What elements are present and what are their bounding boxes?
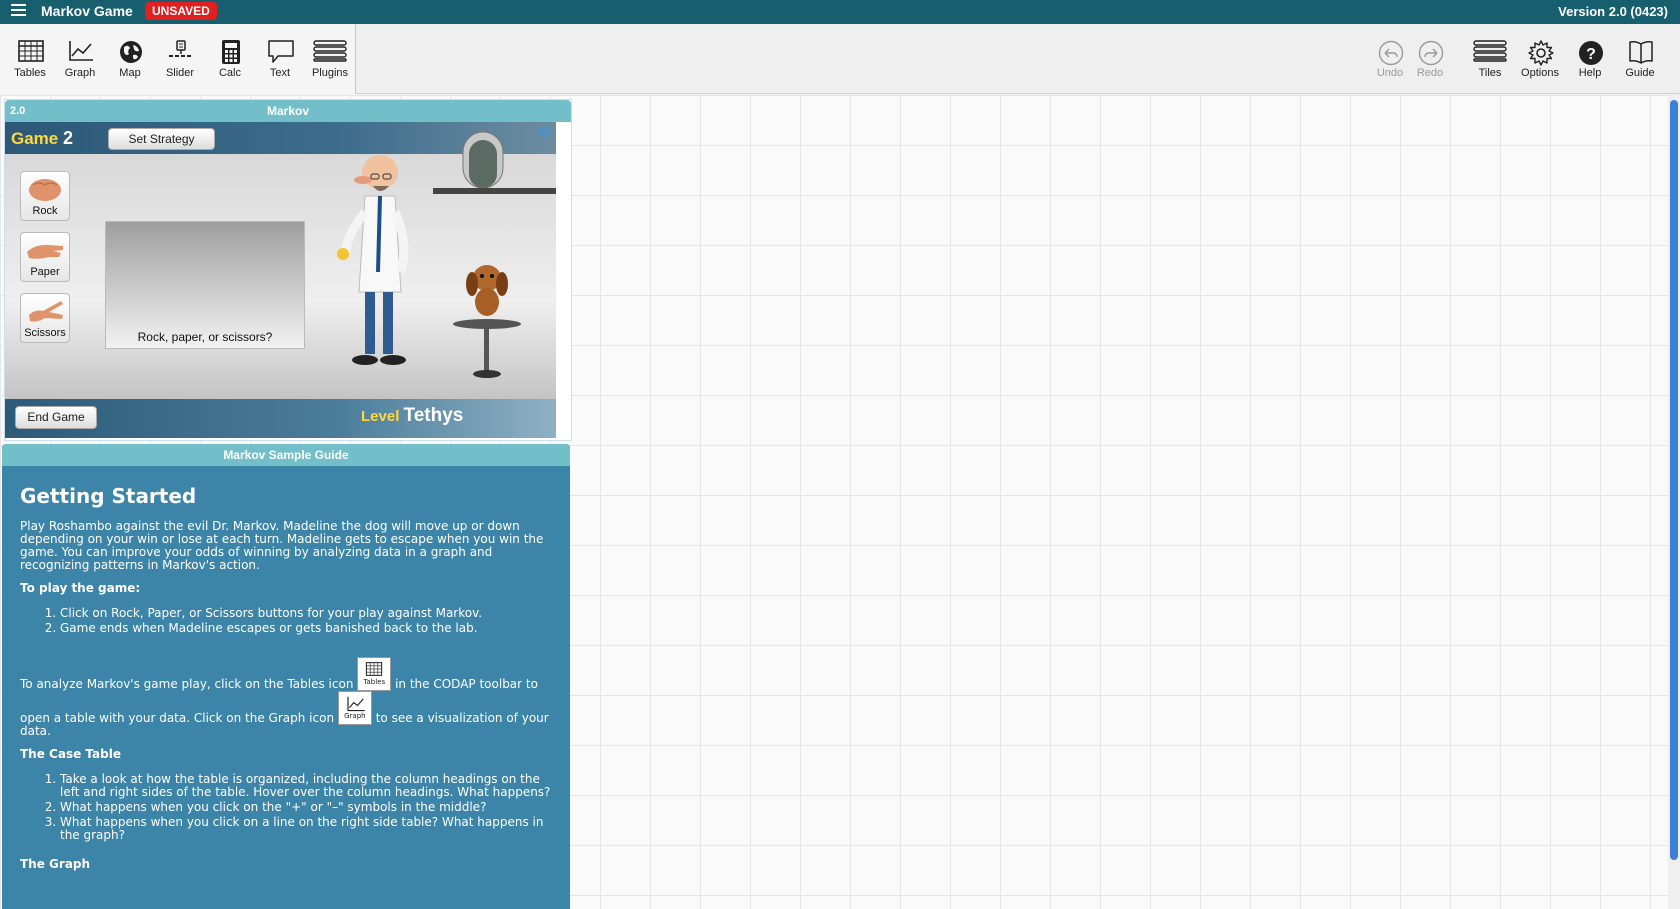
redo-button[interactable]: Redo: [1405, 24, 1455, 94]
markov-game-tile: 2.0 Markov Game 2 Set Strategy Rock Pape…: [4, 99, 572, 441]
rock-hand-icon: [29, 179, 61, 201]
component-toolbar: Tables Graph Map Slider Calc Text Plugin…: [0, 24, 356, 94]
game-footer: End Game Level Tethys: [5, 399, 556, 438]
unsaved-badge: UNSAVED: [145, 2, 217, 20]
case-steps-list: Take a look at how the table is organize…: [60, 773, 556, 842]
speech-bubble-icon: [268, 40, 294, 63]
globe-icon: [120, 41, 142, 63]
tables-button[interactable]: Tables: [5, 24, 55, 94]
help-button[interactable]: ? Help: [1565, 24, 1615, 94]
game-number-label: Game 2: [11, 128, 73, 148]
guide-tile: Markov Sample Guide Getting Started Play…: [2, 444, 570, 909]
svg-text:?: ?: [1586, 46, 1596, 63]
rock-button[interactable]: Rock: [20, 171, 70, 221]
escape-door-illustration: [433, 132, 556, 194]
analyze-paragraph: To analyze Markov's game play, click on …: [20, 657, 556, 738]
options-button[interactable]: Options: [1515, 24, 1565, 94]
redo-icon: [1418, 40, 1444, 66]
set-strategy-button[interactable]: Set Strategy: [108, 128, 215, 150]
scissors-button[interactable]: Scissors: [20, 293, 70, 343]
paper-hand-icon: [27, 244, 63, 259]
list-item: Click on Rock, Paper, or Scissors button…: [60, 607, 556, 620]
level-label: Level Tethys: [361, 405, 464, 426]
paper-button[interactable]: Paper: [20, 232, 70, 282]
vertical-scrollbar[interactable]: [1668, 95, 1680, 909]
document-title[interactable]: Markov Game: [41, 3, 133, 19]
list-item: Take a look at how the table is organize…: [60, 773, 556, 799]
plugins-button[interactable]: Plugins: [305, 24, 355, 94]
toolbar: Tables Graph Map Slider Calc Text Plugin…: [0, 24, 1680, 94]
map-button[interactable]: Map: [105, 24, 155, 94]
play-heading: To play the game:: [20, 581, 141, 595]
case-table-heading: The Case Table: [20, 747, 121, 761]
graph-button[interactable]: Graph: [55, 24, 105, 94]
inline-tables-icon: Tables: [357, 657, 392, 691]
guide-content: Getting Started Play Roshambo against th…: [20, 484, 556, 883]
top-bar: Markov Game UNSAVED Version 2.0 (0423): [0, 0, 1680, 24]
tile-title-bar[interactable]: 2.0 Markov: [5, 100, 571, 122]
game-area: Game 2 Set Strategy Rock Paper Scissors …: [5, 122, 556, 438]
madeline-dog-illustration: [453, 265, 521, 378]
version-label: Version 2.0 (0423): [1558, 4, 1668, 19]
scrollbar-thumb[interactable]: [1670, 100, 1678, 860]
list-item: Game ends when Madeline escapes or gets …: [60, 622, 556, 635]
guide-title-bar[interactable]: Markov Sample Guide: [2, 444, 570, 466]
guide-intro: Play Roshambo against the evil Dr. Marko…: [20, 519, 544, 572]
table-icon: [18, 40, 44, 62]
scissors-hand-icon: [29, 301, 63, 322]
question-icon: ?: [1579, 41, 1603, 65]
slider-button[interactable]: Slider: [155, 24, 205, 94]
guide-heading: Getting Started: [20, 484, 197, 508]
list-icon: [313, 40, 347, 62]
prompt-text: Rock, paper, or scissors?: [137, 330, 273, 344]
graph-heading: The Graph: [20, 857, 91, 871]
list-icon: [1473, 40, 1507, 62]
text-button[interactable]: Text: [255, 24, 305, 94]
calculator-icon: [222, 40, 240, 64]
graph-icon: [69, 41, 93, 61]
calc-button[interactable]: Calc: [205, 24, 255, 94]
hamburger-menu-icon[interactable]: [11, 4, 26, 17]
tile-title: Markov: [266, 104, 310, 118]
list-item: What happens when you click on the "+" o…: [60, 801, 556, 814]
undo-icon: [1378, 40, 1404, 66]
play-steps-list: Click on Rock, Paper, or Scissors button…: [60, 607, 556, 635]
inline-graph-icon: Graph: [337, 691, 372, 725]
play-display-box: Rock, paper, or scissors?: [105, 221, 305, 349]
plugin-version-label: 2.0: [10, 105, 26, 117]
slider-icon: [169, 40, 193, 57]
dr-markov-illustration: [337, 155, 409, 365]
guide-button[interactable]: Guide: [1615, 24, 1665, 94]
list-item: What happens when you click on a line on…: [60, 816, 556, 842]
tiles-button[interactable]: Tiles: [1465, 24, 1515, 94]
gear-icon: [1528, 40, 1554, 66]
end-game-button[interactable]: End Game: [15, 406, 97, 429]
book-icon: [1629, 41, 1653, 64]
